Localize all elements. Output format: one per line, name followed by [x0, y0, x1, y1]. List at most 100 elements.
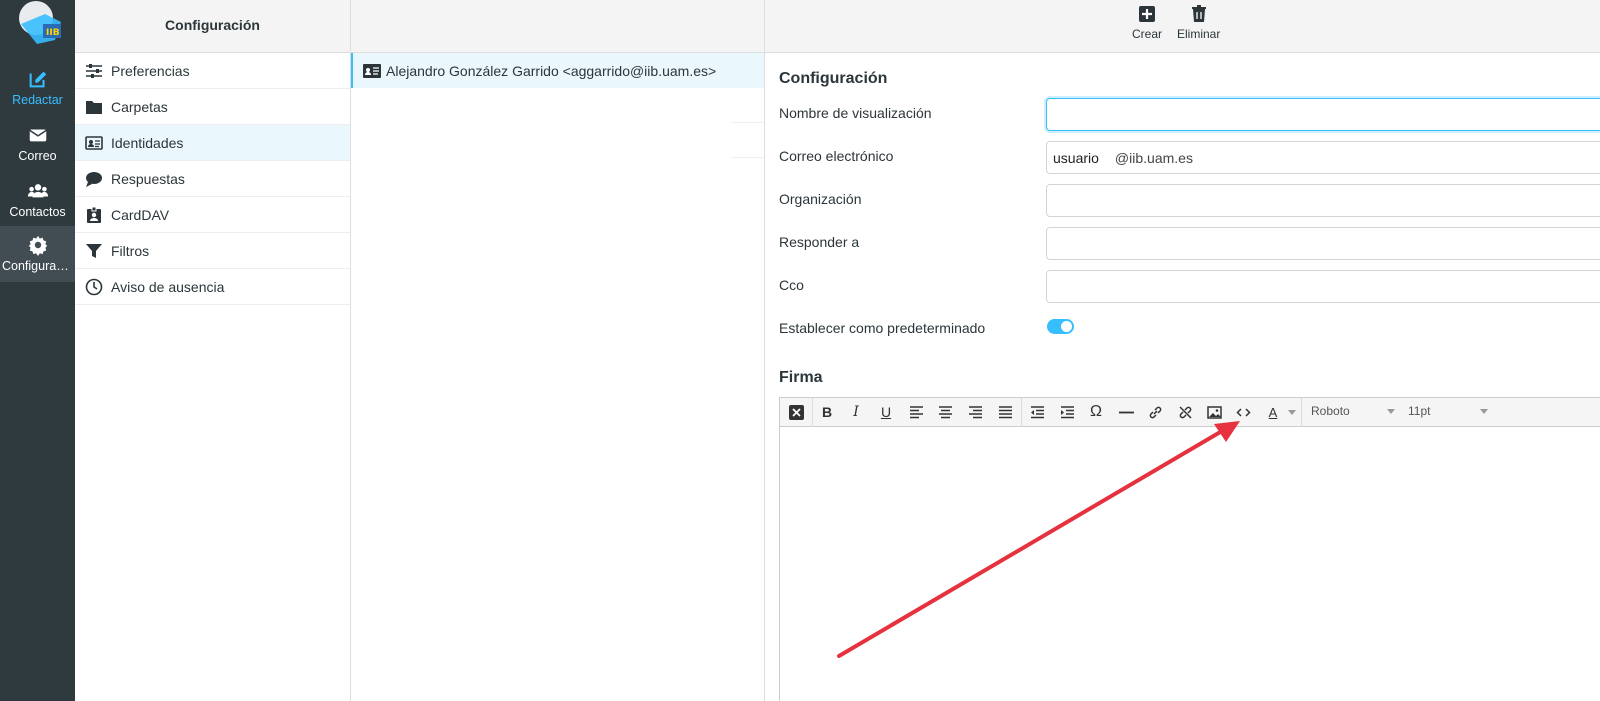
image-button[interactable] — [1203, 401, 1225, 423]
nav-compose[interactable]: Redactar — [0, 60, 75, 116]
nav-label: Configuraci... — [2, 259, 75, 273]
chevron-down-icon — [1387, 409, 1395, 414]
code-icon — [1235, 407, 1251, 417]
source-code-button[interactable] — [1232, 401, 1254, 423]
nav-label: Correo — [18, 149, 57, 163]
separator — [1301, 398, 1302, 427]
settings-item-preferences[interactable]: Preferencias — [75, 53, 350, 89]
settings-item-label: Preferencias — [111, 62, 190, 79]
divider — [731, 88, 764, 123]
separator — [812, 398, 813, 427]
link-icon — [1149, 406, 1161, 418]
settings-item-carddav[interactable]: CardDAV — [75, 197, 350, 233]
display-name-label: Nombre de visualización — [779, 105, 932, 121]
identities-column: Alejandro González Garrido <aggarrido@ii… — [351, 0, 765, 701]
signature-editor[interactable]: B I U Ω A Roboto 11pt — [779, 397, 1600, 701]
config-section-title: Configuración — [779, 70, 888, 87]
chevron-down-icon[interactable] — [1288, 410, 1296, 415]
horizontal-rule-icon — [1118, 411, 1134, 413]
reply-to-input[interactable] — [1046, 227, 1600, 260]
svg-text:IIB: IIB — [46, 28, 60, 38]
underline-icon: U — [880, 404, 892, 420]
outdent-button[interactable] — [1026, 401, 1048, 423]
default-toggle[interactable] — [1047, 319, 1074, 334]
indent-button[interactable] — [1056, 401, 1078, 423]
bcc-input[interactable] — [1046, 270, 1600, 303]
align-right-icon — [968, 405, 982, 418]
compose-icon — [29, 71, 46, 88]
underline-button[interactable]: U — [875, 401, 897, 423]
settings-item-responses[interactable]: Respuestas — [75, 161, 350, 197]
identity-label: Alejandro González Garrido <aggarrido@ii… — [386, 62, 717, 79]
settings-item-vacation[interactable]: Aviso de ausencia — [75, 269, 350, 305]
italic-button[interactable]: I — [845, 401, 867, 423]
nav-contacts[interactable]: Contactos — [0, 172, 75, 228]
html-mode-button[interactable] — [785, 401, 807, 423]
unlink-button[interactable] — [1174, 401, 1196, 423]
create-button[interactable]: Crear — [1132, 5, 1162, 41]
omega-icon: Ω — [1090, 403, 1102, 420]
settings-item-label: CardDAV — [111, 206, 170, 223]
settings-item-folders[interactable]: Carpetas — [75, 89, 350, 125]
bold-button[interactable]: B — [816, 401, 838, 423]
special-char-button[interactable]: Ω — [1085, 401, 1107, 423]
image-icon — [1206, 405, 1222, 419]
envelope-icon — [28, 129, 47, 142]
justify-button[interactable] — [994, 401, 1016, 423]
main-nav: IIB Redactar Correo Contactos Configurac… — [0, 0, 75, 701]
organization-label: Organización — [779, 191, 862, 207]
hr-button[interactable] — [1115, 401, 1137, 423]
align-center-button[interactable] — [934, 401, 956, 423]
settings-item-label: Aviso de ausencia — [111, 278, 225, 295]
trash-icon — [1191, 5, 1206, 22]
settings-item-label: Respuestas — [111, 170, 185, 187]
nav-settings[interactable]: Configuraci... — [0, 226, 75, 282]
display-name-input[interactable] — [1046, 98, 1600, 131]
divider — [731, 123, 764, 158]
nav-mail[interactable]: Correo — [0, 116, 75, 172]
close-box-icon — [788, 404, 804, 420]
settings-item-filters[interactable]: Filtros — [75, 233, 350, 269]
font-family-value: Roboto — [1311, 404, 1350, 418]
bcc-label: Cco — [779, 277, 804, 293]
chevron-down-icon — [1480, 409, 1488, 414]
align-right-button[interactable] — [964, 401, 986, 423]
nav-label: Contactos — [9, 205, 66, 219]
sliders-icon — [86, 63, 102, 78]
reply-to-label: Responder a — [779, 234, 860, 250]
organization-input[interactable] — [1046, 184, 1600, 217]
email-label: Correo electrónico — [779, 148, 894, 164]
align-center-icon — [938, 405, 952, 418]
separator — [1021, 398, 1022, 427]
identity-form-panel: Crear Eliminar Configuración Nombre de v… — [765, 0, 1600, 701]
text-color-icon: A — [1268, 404, 1278, 420]
identity-item[interactable]: Alejandro González Garrido <aggarrido@ii… — [351, 53, 764, 88]
filter-icon — [86, 243, 102, 258]
email-field[interactable]: usuario @iib.uam.es — [1046, 141, 1600, 174]
delete-label: Eliminar — [1177, 27, 1221, 41]
justify-icon — [998, 405, 1012, 418]
editor-toolbar: B I U Ω A Roboto 11pt — [780, 398, 1600, 427]
font-size-value: 11pt — [1408, 404, 1431, 418]
settings-item-identities[interactable]: Identidades — [75, 125, 350, 161]
plus-icon — [1139, 6, 1155, 22]
align-left-button[interactable] — [905, 401, 927, 423]
link-button[interactable] — [1144, 401, 1166, 423]
font-size-select[interactable]: 11pt — [1408, 404, 1493, 418]
gear-icon — [28, 235, 47, 256]
settings-title: Configuración — [75, 0, 350, 53]
users-icon — [27, 184, 48, 198]
settings-column: Configuración Preferencias Carpetas Iden… — [75, 0, 351, 701]
settings-item-label: Carpetas — [111, 98, 168, 115]
font-family-select[interactable]: Roboto — [1311, 404, 1396, 418]
delete-button[interactable]: Eliminar — [1177, 5, 1220, 41]
email-domain: @iib.uam.es — [1114, 149, 1193, 166]
italic-icon: I — [853, 404, 859, 420]
logo: IIB — [19, 1, 61, 44]
create-label: Crear — [1132, 27, 1163, 41]
toolbar: Crear Eliminar — [765, 0, 1600, 53]
text-color-button[interactable]: A — [1262, 401, 1284, 423]
comment-icon — [86, 171, 102, 187]
align-left-icon — [909, 405, 923, 418]
outdent-icon — [1030, 405, 1044, 418]
